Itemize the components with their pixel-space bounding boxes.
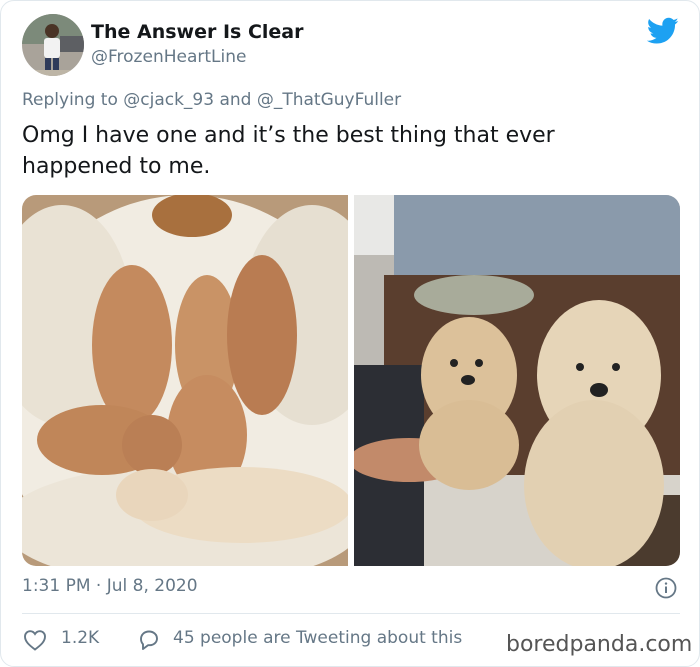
info-icon[interactable] bbox=[655, 577, 677, 599]
avatar[interactable] bbox=[22, 14, 84, 76]
display-name[interactable]: The Answer Is Clear bbox=[91, 21, 303, 43]
mention-link[interactable]: @_ThatGuyFuller bbox=[257, 90, 401, 110]
heart-icon[interactable] bbox=[23, 629, 47, 651]
tweet-timestamp[interactable]: 1:31 PM · Jul 8, 2020 bbox=[22, 576, 198, 596]
photo-puppy-and-dog[interactable] bbox=[349, 195, 680, 566]
twitter-bird-icon[interactable] bbox=[646, 17, 679, 45]
divider bbox=[22, 613, 680, 614]
tweet-media bbox=[22, 195, 680, 566]
conversation-link[interactable]: 45 people are Tweeting about this bbox=[173, 628, 462, 648]
replying-and-label: and bbox=[219, 90, 252, 110]
watermark: boredpanda.com bbox=[506, 632, 693, 657]
mention-link[interactable]: @cjack_93 bbox=[123, 90, 214, 110]
tweet-card: The Answer Is Clear @FrozenHeartLine Rep… bbox=[0, 0, 700, 667]
tweet-text: Omg I have one and it’s the best thing t… bbox=[22, 123, 555, 179]
user-handle[interactable]: @FrozenHeartLine bbox=[91, 47, 246, 67]
replying-to-label: Replying to bbox=[22, 90, 118, 110]
speech-bubble-icon[interactable] bbox=[137, 628, 161, 652]
like-count[interactable]: 1.2K bbox=[61, 628, 99, 648]
replying-to-line: Replying to @cjack_93 and @_ThatGuyFulle… bbox=[22, 90, 401, 110]
photo-newborn-puppies[interactable] bbox=[22, 195, 382, 566]
